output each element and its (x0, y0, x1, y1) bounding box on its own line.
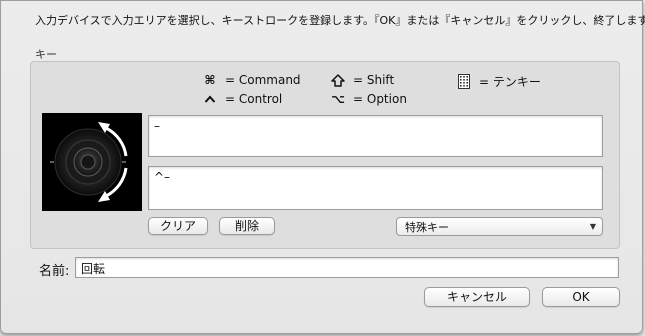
special-key-select-value: 特殊キー (405, 221, 449, 234)
special-key-select[interactable]: 特殊キー ▼ (396, 217, 603, 236)
cancel-button[interactable]: キャンセル (424, 287, 530, 307)
jog-dial-rotate-icon (42, 113, 142, 211)
option-key-icon: ⌥ (331, 92, 345, 106)
name-input[interactable]: 回転 (75, 257, 619, 278)
name-label: 名前: (39, 264, 70, 279)
numeric-keypad-icon (455, 74, 473, 89)
legend-shift-label: = Shift (353, 73, 395, 87)
legend-tenkey: = テンキー (455, 73, 541, 90)
legend-control: = Control (201, 92, 282, 106)
legend-option: ⌥ = Option (329, 92, 407, 106)
key-group-label: キー (35, 48, 57, 61)
instruction-text: 入力デバイスで入力エリアを選択し、キーストロークを登録します。『OK』または『キ… (35, 14, 645, 27)
legend-command-label: = Command (225, 73, 301, 87)
ok-button[interactable]: OK (542, 287, 620, 307)
clear-button[interactable]: クリア (148, 217, 208, 235)
legend-command: ⌘ = Command (201, 73, 301, 87)
keystroke-field-bottom[interactable]: ^– (148, 166, 603, 210)
legend-tenkey-label: = テンキー (479, 75, 541, 89)
dialog-window: 入力デバイスで入力エリアを選択し、キーストロークを登録します。『OK』または『キ… (0, 0, 645, 334)
legend-shift: = Shift (329, 73, 394, 87)
command-key-icon: ⌘ (204, 73, 216, 87)
legend-option-label: = Option (353, 92, 407, 106)
chevron-down-icon: ▼ (589, 222, 596, 231)
legend-control-label: = Control (225, 92, 283, 106)
delete-button[interactable]: 削除 (219, 217, 275, 235)
control-key-icon (201, 95, 219, 103)
shift-key-icon (329, 73, 347, 87)
keystroke-field-top[interactable]: – (148, 115, 603, 157)
